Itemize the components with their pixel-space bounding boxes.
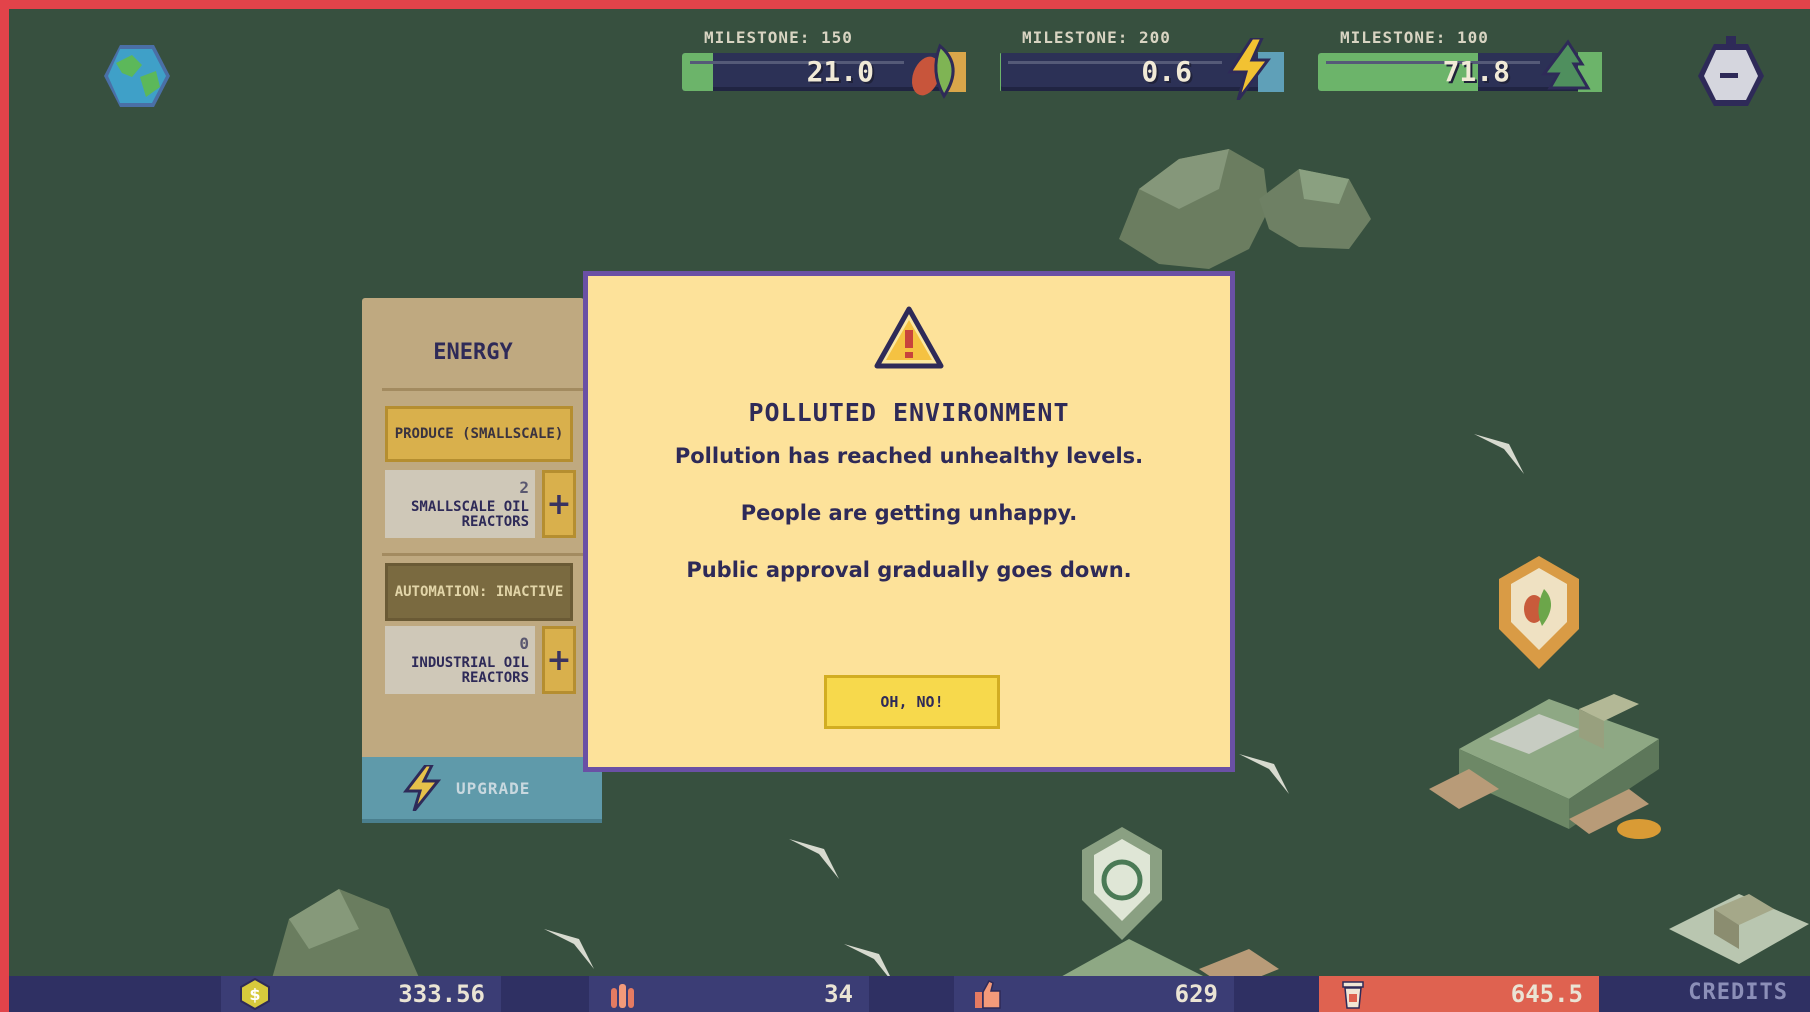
- panel-title: ENERGY: [433, 340, 513, 365]
- industrial-reactor-row: 0 INDUSTRIAL OIL REACTORS: [385, 626, 535, 694]
- polluted-environment-dialog: POLLUTED ENVIRONMENT Pollution has reach…: [583, 271, 1235, 772]
- milestone-value: 0.6: [1141, 55, 1192, 88]
- smallscale-reactor-row: 2 SMALLSCALE OIL REACTORS: [385, 470, 535, 538]
- food-leaf-icon: [911, 43, 966, 99]
- money-value: 333.56: [398, 980, 485, 1008]
- milestone-value: 71.8: [1442, 55, 1510, 88]
- dialog-line: People are getting unhappy.: [740, 501, 1078, 525]
- lightning-icon: [402, 765, 442, 811]
- milestone-label: MILESTONE: 200: [1022, 28, 1171, 47]
- corner-building[interactable]: [1659, 869, 1810, 985]
- oh-no-button[interactable]: OH, NO!: [824, 675, 1000, 729]
- population-resource: 34: [589, 976, 869, 1012]
- upgrade-button[interactable]: UPGRADE: [362, 757, 602, 823]
- recycle-location-pin[interactable]: [1077, 825, 1167, 945]
- reactor-count: 0: [519, 634, 529, 653]
- approval-resource: 629: [954, 976, 1234, 1012]
- trash-can-icon: [1342, 981, 1364, 1009]
- recycle-icon: [1541, 39, 1602, 92]
- dialog-line: Pollution has reached unhealthy levels.: [674, 444, 1144, 468]
- stopwatch-icon[interactable]: [1696, 36, 1766, 108]
- waste-value: 645.5: [1510, 980, 1583, 1008]
- milestone-value: 21.0: [806, 55, 874, 88]
- progress-fill: [1000, 53, 1001, 91]
- dialog-line: Public approval gradually goes down.: [686, 558, 1132, 582]
- seagull: [1239, 754, 1289, 794]
- divider: [382, 553, 584, 556]
- energy-panel: ENERGY PRODUCE (SMALLSCALE) 2 SMALLSCALE…: [362, 298, 584, 766]
- credits-button[interactable]: CREDITS: [1688, 980, 1788, 1005]
- add-industrial-reactor-button[interactable]: +: [542, 626, 576, 694]
- svg-text:$: $: [249, 985, 260, 1004]
- plus-icon: +: [546, 642, 572, 678]
- milestone-label: MILESTONE: 100: [1340, 28, 1489, 47]
- produce-button[interactable]: PRODUCE (SMALLSCALE): [385, 406, 573, 462]
- energy-milestone: MILESTONE: 200 0.6: [1000, 26, 1284, 100]
- add-smallscale-reactor-button[interactable]: +: [542, 470, 576, 538]
- globe-icon[interactable]: [102, 43, 172, 109]
- plus-icon: +: [546, 486, 572, 522]
- divider: [382, 388, 584, 391]
- thumbs-up-icon: [975, 980, 1001, 1009]
- reactor-label: SMALLSCALE OIL REACTORS: [410, 499, 529, 530]
- people-icon: [611, 984, 634, 1008]
- money-resource: $ 333.56: [221, 976, 501, 1012]
- approval-value: 629: [1174, 980, 1218, 1008]
- warning-icon: [874, 306, 944, 369]
- population-value: 34: [824, 980, 853, 1008]
- reactor-label: INDUSTRIAL OIL REACTORS: [410, 655, 529, 686]
- upgrade-label: UPGRADE: [456, 778, 531, 798]
- energy-bolt-icon: [1227, 38, 1284, 100]
- milestone-label: MILESTONE: 150: [704, 28, 853, 47]
- dialog-title: POLLUTED ENVIRONMENT: [748, 398, 1070, 427]
- food-location-pin[interactable]: [1494, 554, 1584, 674]
- seagull: [1474, 434, 1524, 474]
- seagull: [789, 839, 839, 879]
- seagull: [544, 929, 594, 969]
- progress-fill: [682, 53, 714, 91]
- coin-icon: $: [240, 978, 270, 1010]
- automation-button[interactable]: AUTOMATION: INACTIVE: [385, 563, 573, 621]
- island-settlement[interactable]: [1429, 669, 1689, 869]
- recycle-milestone: MILESTONE: 100 71.8: [1318, 26, 1602, 98]
- reactor-count: 2: [519, 478, 529, 497]
- waste-resource: 645.5: [1319, 976, 1599, 1012]
- food-milestone: MILESTONE: 150 21.0: [682, 26, 966, 99]
- resource-bar: $ 333.56 34 629 645.5 CREDITS: [9, 976, 1810, 1012]
